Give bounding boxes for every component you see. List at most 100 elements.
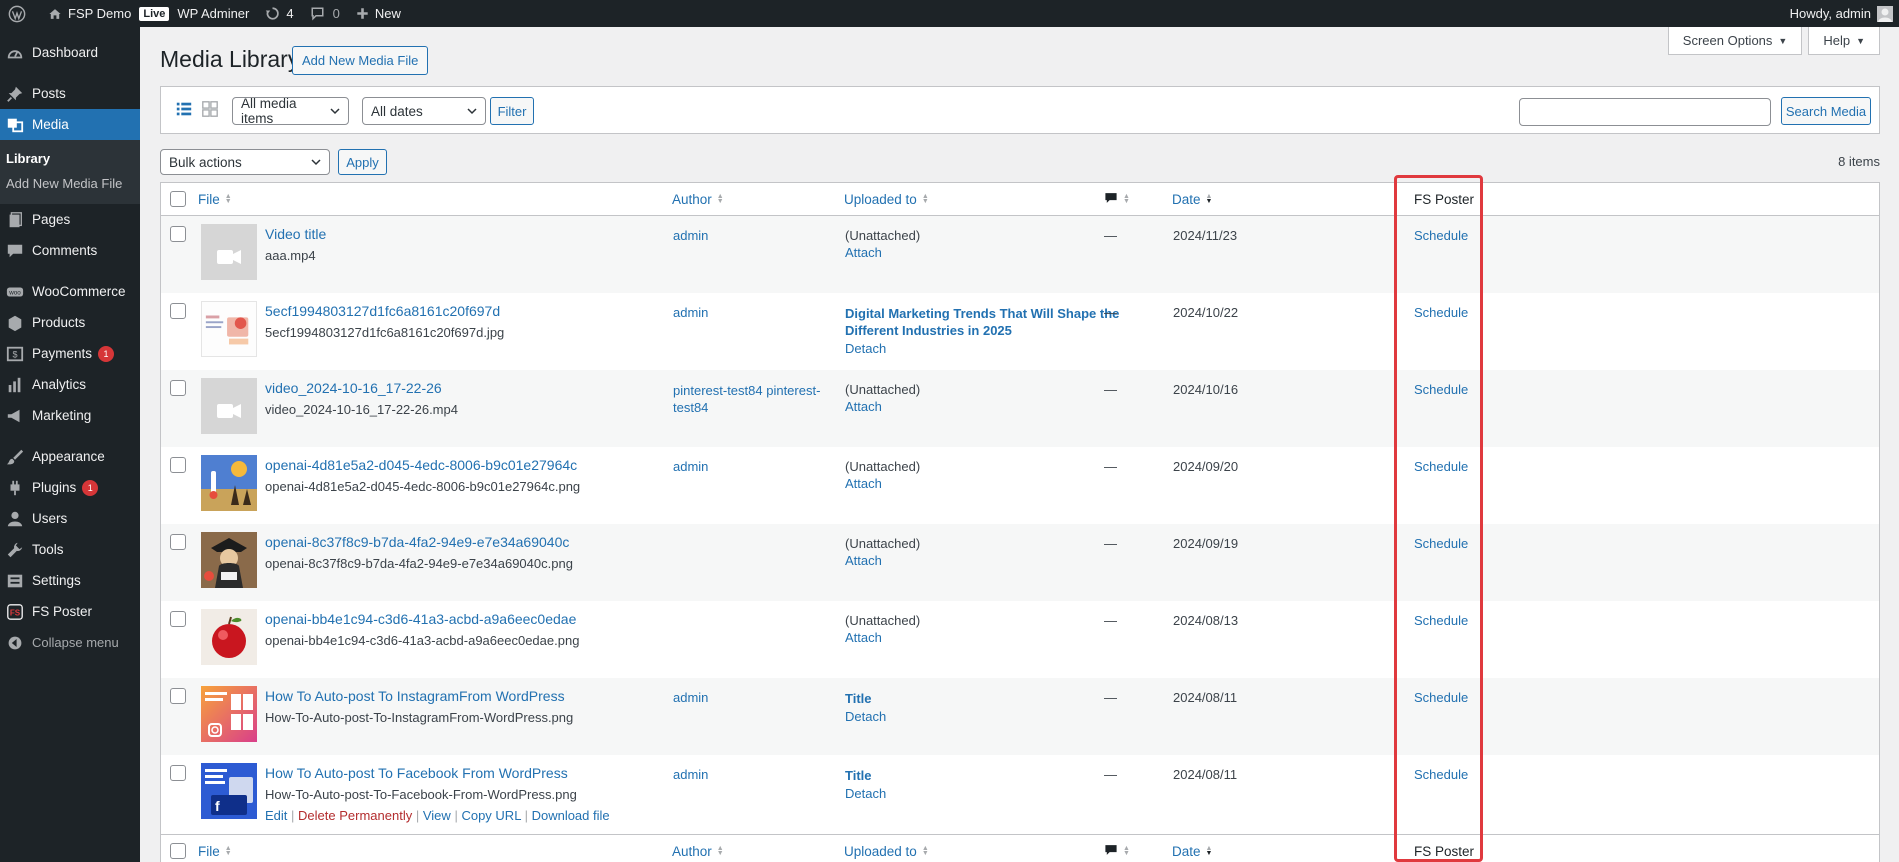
media-type-select[interactable]: All media items xyxy=(232,96,349,126)
sidebar-item-appearance[interactable]: Appearance xyxy=(0,441,140,472)
video-file-icon[interactable] xyxy=(201,224,257,280)
apply-button[interactable]: Apply xyxy=(338,149,387,175)
sidebar-item-users[interactable]: Users xyxy=(0,503,140,534)
row-checkbox[interactable] xyxy=(170,457,186,473)
sort-date-link[interactable]: Date ▲ ▼ xyxy=(1172,192,1212,207)
attach-link[interactable]: Attach xyxy=(845,245,920,260)
select-all-checkbox[interactable] xyxy=(170,843,186,859)
uploaded-to-link[interactable]: Title xyxy=(845,767,886,784)
attach-link[interactable]: Attach xyxy=(845,476,920,491)
media-title-link[interactable]: video_2024-10-16_17-22-26 xyxy=(265,380,442,396)
comments-link[interactable]: 0 xyxy=(302,0,348,27)
image-thumbnail[interactable] xyxy=(201,301,257,357)
schedule-link[interactable]: Schedule xyxy=(1414,690,1468,705)
copy-url-link[interactable]: Copy URL xyxy=(461,808,520,823)
author-link[interactable]: admin xyxy=(673,305,708,320)
media-title-link[interactable]: openai-8c37f8c9-b7da-4fa2-94e9-e7e34a690… xyxy=(265,534,569,550)
collapse-menu-button[interactable]: Collapse menu xyxy=(0,627,140,658)
download-file-link[interactable]: Download file xyxy=(532,808,610,823)
schedule-link[interactable]: Schedule xyxy=(1414,305,1468,320)
sort-author-link[interactable]: Author ▲ ▼ xyxy=(672,192,724,207)
schedule-link[interactable]: Schedule xyxy=(1414,382,1468,397)
sort-uploaded-link[interactable]: Uploaded to ▲ ▼ xyxy=(844,844,929,859)
media-title-link[interactable]: openai-bb4e1c94-c3d6-41a3-acbd-a9a6eec0e… xyxy=(265,611,576,627)
delete-permanently-link[interactable]: Delete Permanently xyxy=(298,808,412,823)
uploaded-to-link[interactable]: Digital Marketing Trends That Will Shape… xyxy=(845,305,1119,339)
sidebar-item-dashboard[interactable]: Dashboard xyxy=(0,37,140,68)
media-title-link[interactable]: How To Auto-post To InstagramFrom WordPr… xyxy=(265,688,565,704)
add-new-media-button[interactable]: Add New Media File xyxy=(292,46,429,75)
image-thumbnail[interactable] xyxy=(201,609,257,665)
new-content-link[interactable]: New xyxy=(348,0,409,27)
uploaded-to-link[interactable]: Title xyxy=(845,690,886,707)
sidebar-item-plugins[interactable]: Plugins 1 xyxy=(0,472,140,503)
detach-link[interactable]: Detach xyxy=(845,709,886,724)
row-checkbox[interactable] xyxy=(170,534,186,550)
schedule-link[interactable]: Schedule xyxy=(1414,228,1468,243)
sidebar-item-payments[interactable]: $ Payments 1 xyxy=(0,338,140,369)
row-checkbox[interactable] xyxy=(170,611,186,627)
sort-comments-link[interactable]: ▲ ▼ xyxy=(1104,191,1130,208)
row-checkbox[interactable] xyxy=(170,303,186,319)
sidebar-item-woocommerce[interactable]: woo WooCommerce xyxy=(0,276,140,307)
submenu-item-add-new[interactable]: Add New Media File xyxy=(0,171,140,196)
video-file-icon[interactable] xyxy=(201,378,257,434)
wp-adminer-link[interactable]: WP Adminer xyxy=(177,0,257,27)
detach-link[interactable]: Detach xyxy=(845,786,886,801)
sidebar-item-products[interactable]: Products xyxy=(0,307,140,338)
select-all-checkbox[interactable] xyxy=(170,191,186,207)
submenu-item-library[interactable]: Library xyxy=(0,146,140,171)
filter-button[interactable]: Filter xyxy=(490,97,534,125)
sidebar-item-comments[interactable]: Comments xyxy=(0,235,140,266)
author-link[interactable]: admin xyxy=(673,459,708,474)
wordpress-logo-icon[interactable] xyxy=(0,0,40,27)
account-link[interactable]: Howdy, admin xyxy=(1782,0,1895,27)
site-name-link[interactable]: FSP Demo xyxy=(40,0,139,27)
schedule-link[interactable]: Schedule xyxy=(1414,459,1468,474)
sidebar-item-media[interactable]: Media xyxy=(0,109,140,140)
sidebar-item-posts[interactable]: Posts xyxy=(0,78,140,109)
sidebar-item-settings[interactable]: Settings xyxy=(0,565,140,596)
row-checkbox[interactable] xyxy=(170,226,186,242)
media-title-link[interactable]: 5ecf1994803127d1fc6a8161c20f697d xyxy=(265,303,500,319)
sort-comments-link[interactable]: ▲ ▼ xyxy=(1104,843,1130,860)
author-link[interactable]: admin xyxy=(673,690,708,705)
search-media-input[interactable] xyxy=(1519,98,1771,126)
dates-select[interactable]: All dates xyxy=(362,97,486,125)
schedule-link[interactable]: Schedule xyxy=(1414,536,1468,551)
grid-view-icon[interactable] xyxy=(201,100,219,121)
help-tab[interactable]: Help ▼ xyxy=(1808,27,1880,55)
sidebar-item-tools[interactable]: Tools xyxy=(0,534,140,565)
sort-uploaded-link[interactable]: Uploaded to ▲ ▼ xyxy=(844,192,929,207)
sort-date-link[interactable]: Date ▲ ▼ xyxy=(1172,844,1212,859)
sidebar-item-fs-poster[interactable]: FS FS Poster xyxy=(0,596,140,627)
sidebar-item-analytics[interactable]: Analytics xyxy=(0,369,140,400)
sidebar-item-pages[interactable]: Pages xyxy=(0,204,140,235)
edit-link[interactable]: Edit xyxy=(265,808,287,823)
image-thumbnail[interactable] xyxy=(201,455,257,511)
attach-link[interactable]: Attach xyxy=(845,630,920,645)
media-title-link[interactable]: How To Auto-post To Facebook From WordPr… xyxy=(265,765,568,781)
media-title-link[interactable]: Video title xyxy=(265,226,326,242)
screen-options-tab[interactable]: Screen Options ▼ xyxy=(1667,27,1803,55)
attach-link[interactable]: Attach xyxy=(845,553,920,568)
schedule-link[interactable]: Schedule xyxy=(1414,613,1468,628)
bulk-actions-select[interactable]: Bulk actions xyxy=(160,149,330,175)
author-link[interactable]: pinterest-test84 pinterest-test84 xyxy=(673,383,820,415)
sidebar-item-marketing[interactable]: Marketing xyxy=(0,400,140,431)
sort-file-link[interactable]: File ▲ ▼ xyxy=(198,192,232,207)
image-thumbnail[interactable] xyxy=(201,532,257,588)
row-checkbox[interactable] xyxy=(170,688,186,704)
row-checkbox[interactable] xyxy=(170,765,186,781)
list-view-icon[interactable] xyxy=(175,100,193,121)
updates-link[interactable]: 4 xyxy=(257,0,301,27)
image-thumbnail[interactable] xyxy=(201,686,257,742)
search-media-button[interactable]: Search Media xyxy=(1781,97,1871,125)
sort-author-link[interactable]: Author ▲ ▼ xyxy=(672,844,724,859)
author-link[interactable]: admin xyxy=(673,228,708,243)
image-thumbnail[interactable]: f xyxy=(201,763,257,819)
schedule-link[interactable]: Schedule xyxy=(1414,767,1468,782)
row-checkbox[interactable] xyxy=(170,380,186,396)
view-link[interactable]: View xyxy=(423,808,451,823)
sort-file-link[interactable]: File ▲ ▼ xyxy=(198,844,232,859)
